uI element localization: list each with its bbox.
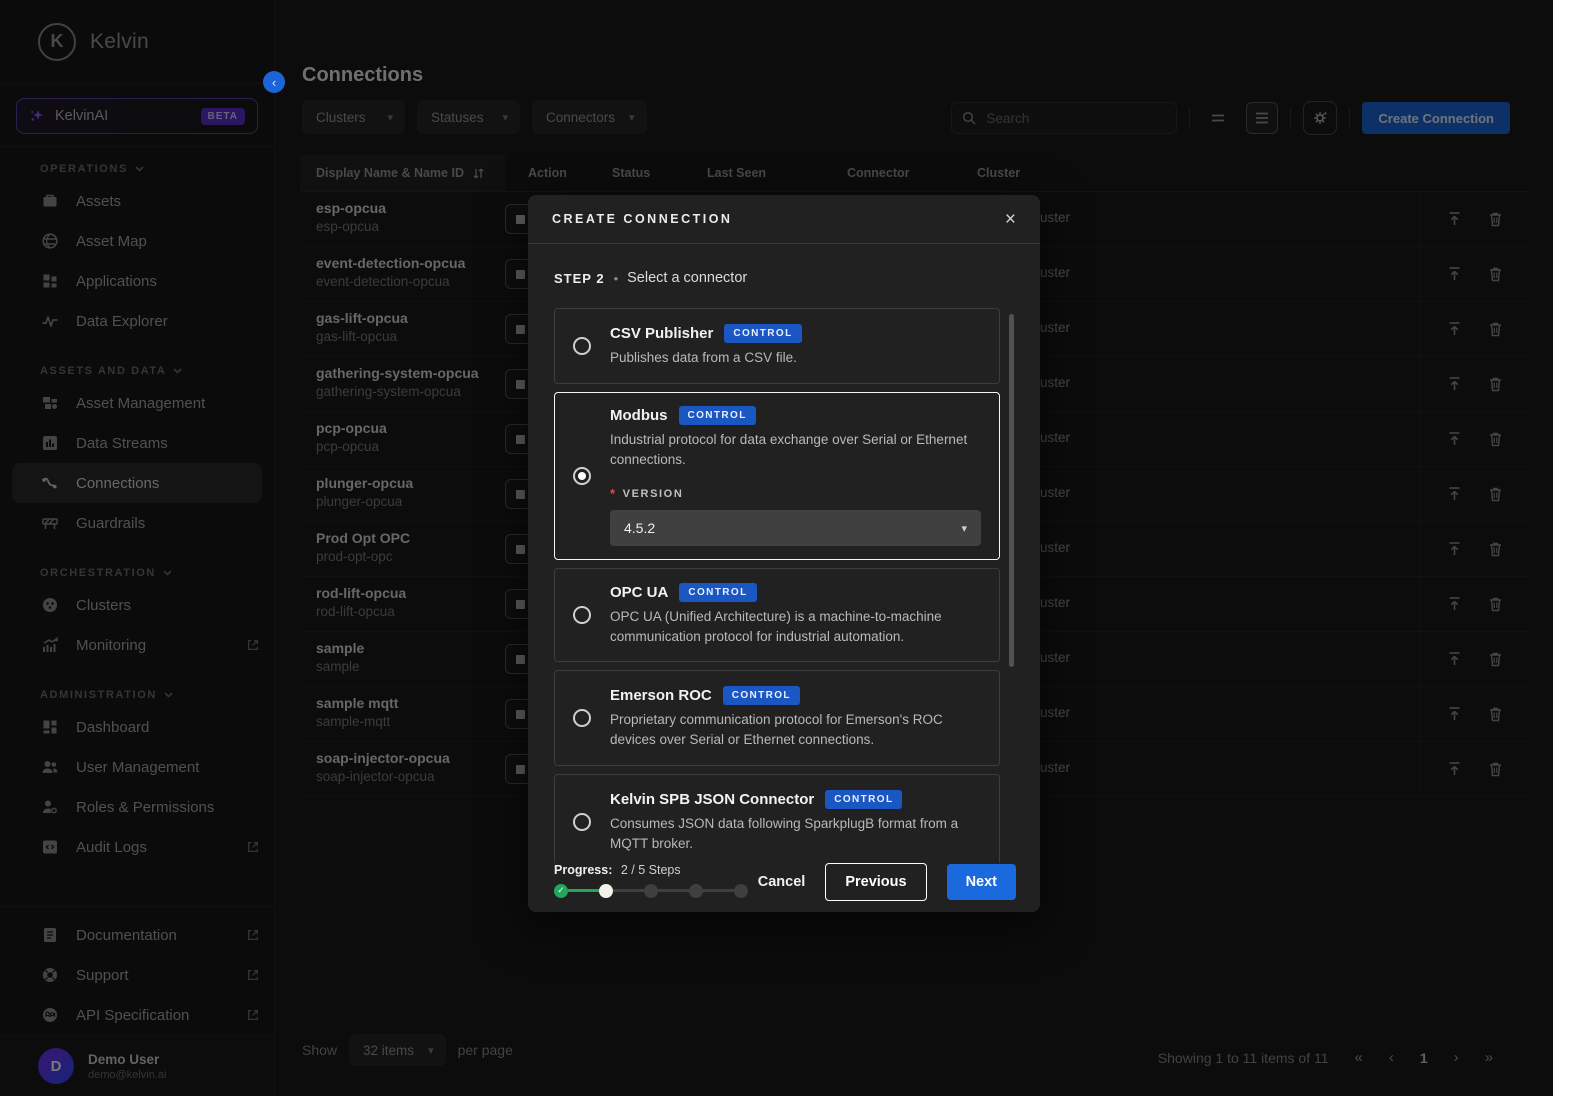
step-progress-bar: ✓ xyxy=(554,884,748,898)
progress-value: 2 / 5 Steps xyxy=(621,863,681,877)
close-icon[interactable]: × xyxy=(1005,210,1016,229)
step-indicator: STEP 2 • Select a connector xyxy=(554,270,1016,286)
connector-description: OPC UA (Unified Architecture) is a machi… xyxy=(610,607,981,648)
control-badge: CONTROL xyxy=(723,686,800,705)
connector-description: Consumes JSON data following SparkplugB … xyxy=(610,814,981,855)
connector-option-kelvin-spb-json[interactable]: Kelvin SPB JSON Connector CONTROL Consum… xyxy=(554,774,1000,863)
chevron-down-icon: ▾ xyxy=(961,522,967,535)
radio-unselected-icon[interactable] xyxy=(573,813,591,831)
step-upcoming-icon xyxy=(689,884,703,898)
modal-footer: Progress: 2 / 5 Steps ✓ Cancel Prev xyxy=(528,852,1040,912)
progress-indicator: Progress: 2 / 5 Steps ✓ xyxy=(554,863,748,898)
modal-body: STEP 2 • Select a connector CSV Publishe… xyxy=(528,244,1040,863)
control-badge: CONTROL xyxy=(679,583,756,602)
step-upcoming-icon xyxy=(734,884,748,898)
step-connector xyxy=(703,889,734,892)
step-done-icon: ✓ xyxy=(554,884,568,898)
connector-options-list: CSV Publisher CONTROL Publishes data fro… xyxy=(554,308,1016,863)
connector-name: Emerson ROC xyxy=(610,687,712,704)
connector-option-modbus[interactable]: Modbus CONTROL Industrial protocol for d… xyxy=(554,392,1000,560)
version-select[interactable]: 4.5.2 ▾ xyxy=(610,510,981,546)
step-description: Select a connector xyxy=(627,270,747,286)
connector-option-emerson-roc[interactable]: Emerson ROC CONTROL Proprietary communic… xyxy=(554,670,1000,766)
modal-title: CREATE CONNECTION xyxy=(552,212,732,226)
connector-name: OPC UA xyxy=(610,584,668,601)
radio-selected-icon[interactable] xyxy=(573,467,591,485)
step-connector xyxy=(658,889,689,892)
sidebar-collapse-button[interactable]: ‹ xyxy=(263,71,285,93)
radio-unselected-icon[interactable] xyxy=(573,337,591,355)
required-marker: * xyxy=(610,486,617,501)
connector-name: Modbus xyxy=(610,407,668,424)
control-badge: CONTROL xyxy=(679,406,756,425)
connector-name: CSV Publisher xyxy=(610,325,713,342)
connector-description: Industrial protocol for data exchange ov… xyxy=(610,430,981,471)
next-button[interactable]: Next xyxy=(947,864,1016,900)
control-badge: CONTROL xyxy=(825,790,902,809)
step-connector xyxy=(568,889,599,892)
connector-description: Publishes data from a CSV file. xyxy=(610,348,981,368)
step-current-icon xyxy=(599,884,613,898)
create-connection-modal: CREATE CONNECTION × STEP 2 • Select a co… xyxy=(528,195,1040,912)
connector-description: Proprietary communication protocol for E… xyxy=(610,710,981,751)
connector-option-opc-ua[interactable]: OPC UA CONTROL OPC UA (Unified Architect… xyxy=(554,568,1000,662)
connector-option-csv-publisher[interactable]: CSV Publisher CONTROL Publishes data fro… xyxy=(554,308,1000,384)
version-label: VERSION xyxy=(623,488,684,500)
control-badge: CONTROL xyxy=(724,324,801,343)
connector-name: Kelvin SPB JSON Connector xyxy=(610,791,814,808)
modal-header: CREATE CONNECTION × xyxy=(528,195,1040,244)
cancel-button[interactable]: Cancel xyxy=(758,874,806,890)
progress-label: Progress: xyxy=(554,863,612,877)
radio-unselected-icon[interactable] xyxy=(573,709,591,727)
step-upcoming-icon xyxy=(644,884,658,898)
version-value: 4.5.2 xyxy=(624,520,655,536)
scrollbar-thumb[interactable] xyxy=(1009,314,1014,667)
step-label: STEP 2 xyxy=(554,271,605,286)
app-window: K Kelvin KelvinAI BETA OPERATIONS Assets… xyxy=(0,0,1553,1096)
chevron-left-icon: ‹ xyxy=(272,75,276,90)
radio-unselected-icon[interactable] xyxy=(573,606,591,624)
step-connector xyxy=(613,889,644,892)
step-separator: • xyxy=(614,271,619,286)
previous-button[interactable]: Previous xyxy=(825,863,926,901)
